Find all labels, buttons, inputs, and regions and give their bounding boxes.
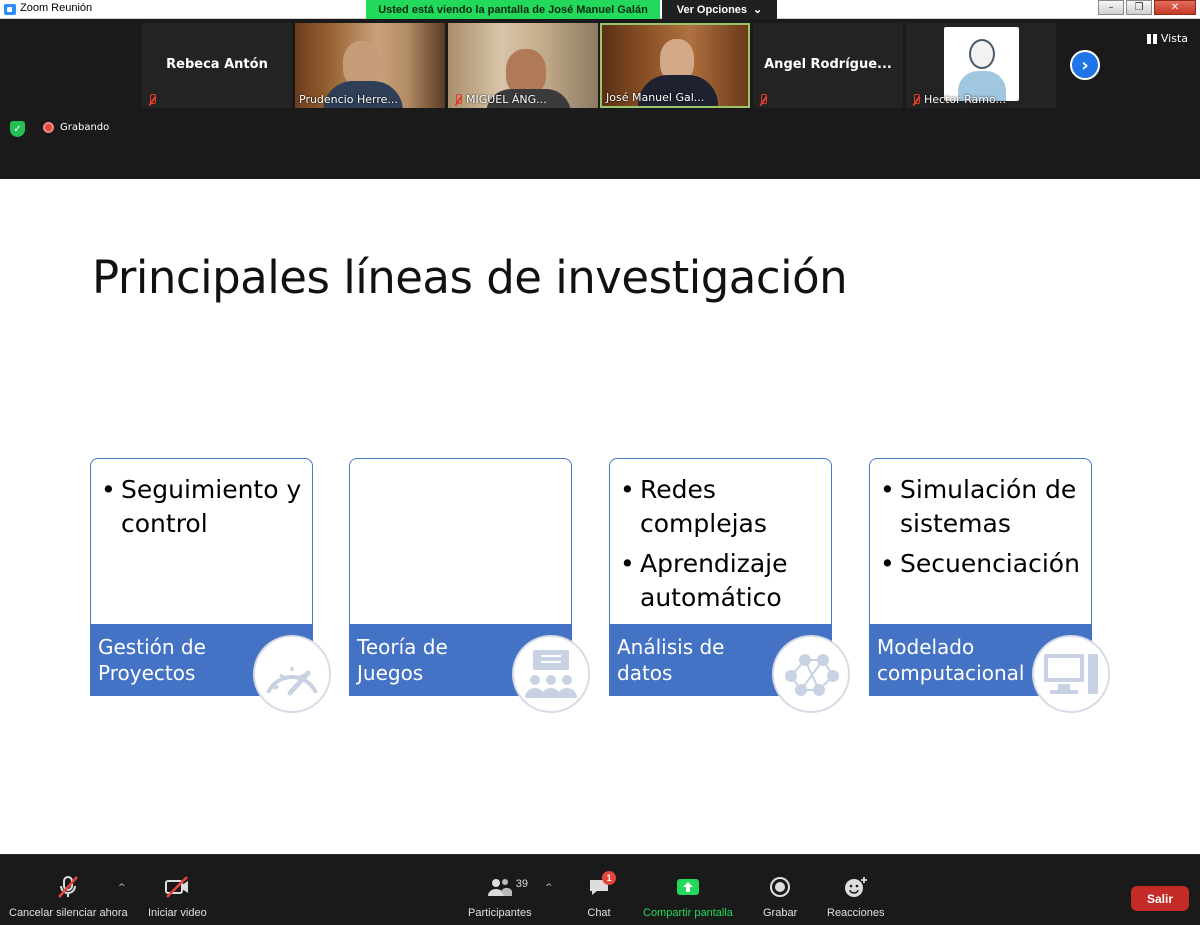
unmute-label: Cancelar silenciar ahora — [9, 907, 128, 919]
recording-indicator[interactable]: Grabando — [43, 122, 109, 133]
view-label: Vista — [1160, 32, 1188, 45]
participant-tile-angel[interactable]: Angel Rodrígue... — [753, 23, 903, 108]
record-dot-icon — [43, 122, 54, 133]
reactions-button[interactable]: Reacciones — [827, 875, 884, 919]
record-label: Grabar — [763, 907, 798, 919]
card-bullet: Simulación de sistemas — [878, 473, 1083, 541]
participant-tile-jose-manuel[interactable]: José Manuel Gal... — [600, 23, 750, 108]
network-icon — [772, 635, 850, 713]
participant-label-text: Hector Ramo... — [924, 93, 1007, 106]
avatar-head — [969, 39, 995, 69]
participants-options-caret-icon[interactable]: ^ — [545, 883, 553, 893]
audio-options-caret-icon[interactable]: ^ — [118, 883, 126, 893]
recording-label: Grabando — [60, 122, 110, 133]
participant-name: Rebeca Antón — [166, 57, 268, 72]
speedometer-icon — [253, 635, 331, 713]
view-button[interactable]: Vista — [1146, 32, 1188, 45]
viewing-screen-banner: Usted está viendo la pantalla de José Ma… — [366, 0, 660, 19]
window-title: Zoom Reunión — [20, 2, 93, 14]
participant-label: José Manuel Gal... — [606, 91, 704, 104]
participant-strip: Rebeca Antón Prudencio Herre... MIGUEL Á… — [0, 20, 1200, 178]
avatar — [944, 27, 1019, 101]
participant-label-text: Prudencio Herre... — [299, 93, 398, 106]
participant-label — [757, 94, 768, 106]
card-bullets — [349, 458, 572, 626]
chevron-down-icon: ⌄ — [753, 4, 763, 16]
computer-icon — [1032, 635, 1110, 713]
participants-count: 39 — [515, 878, 529, 890]
share-screen-label: Compartir pantalla — [643, 907, 733, 919]
record-button[interactable]: Grabar — [763, 875, 797, 919]
participant-label-text: José Manuel Gal... — [606, 91, 705, 104]
participant-label: Prudencio Herre... — [299, 93, 398, 106]
participant-tile-prudencio[interactable]: Prudencio Herre... — [295, 23, 445, 108]
security-shield-icon[interactable]: ✓ — [10, 121, 25, 137]
close-button[interactable]: ✕ — [1154, 0, 1196, 15]
zoom-app-icon — [4, 4, 16, 15]
shared-screen-slide: Principales líneas de investigación Segu… — [0, 179, 1200, 854]
maximize-button[interactable]: ❐ — [1126, 0, 1152, 15]
card-bullet: Aprendizaje automático — [618, 547, 823, 615]
participant-label: Hector Ramo... — [910, 93, 1006, 106]
view-options-label: Ver Opciones — [676, 3, 748, 16]
card-bullet: Seguimiento y control — [99, 473, 304, 541]
card-bullets: Seguimiento y control — [90, 458, 313, 626]
muted-mic-icon — [910, 93, 921, 106]
chat-button[interactable]: 1 Chat — [586, 871, 616, 919]
window-controls: – ❐ ✕ — [1096, 0, 1196, 17]
muted-microphone-icon — [55, 875, 81, 899]
card-bullet: Secuenciación — [878, 547, 1083, 581]
participant-label: MIGUEL ÁNG... — [452, 93, 547, 106]
participant-tile-miguel[interactable]: MIGUEL ÁNG... — [448, 23, 598, 108]
participant-label — [146, 94, 157, 106]
muted-mic-icon — [146, 94, 157, 106]
meeting-toolbar: Cancelar silenciar ahora ^ Iniciar video… — [0, 854, 1200, 925]
unmute-button[interactable]: Cancelar silenciar ahora — [9, 875, 128, 919]
window-titlebar: Zoom Reunión Usted está viendo la pantal… — [0, 0, 1200, 19]
participants-label: Participantes — [468, 907, 532, 919]
chat-unread-badge: 1 — [602, 871, 616, 885]
share-screen-icon — [675, 875, 701, 899]
card-bullets: Simulación de sistemas Secuenciación — [869, 458, 1092, 626]
slide-title: Principales líneas de investigación — [92, 251, 848, 304]
smiley-icon — [843, 875, 869, 899]
participant-name: Angel Rodrígue... — [764, 57, 892, 72]
participant-tile-rebeca[interactable]: Rebeca Antón — [142, 23, 292, 108]
presentation-audience-icon — [512, 635, 590, 713]
record-icon — [767, 875, 793, 899]
share-screen-button[interactable]: Compartir pantalla — [643, 875, 733, 919]
muted-mic-icon — [757, 94, 768, 106]
participants-button[interactable]: 39 Participantes — [468, 875, 532, 919]
card-bullets: Redes complejas Aprendizaje automático — [609, 458, 832, 626]
next-page-arrow-icon[interactable]: › — [1070, 50, 1100, 80]
chat-label: Chat — [587, 907, 611, 919]
video-off-icon — [164, 875, 190, 899]
reactions-label: Reacciones — [827, 907, 885, 919]
start-video-button[interactable]: Iniciar video — [148, 875, 207, 919]
participant-label-text: MIGUEL ÁNG... — [466, 93, 547, 106]
chat-bubble-icon: 1 — [586, 871, 616, 899]
card-bullet: Redes complejas — [618, 473, 823, 541]
participant-tile-hector[interactable]: Hector Ramo... — [906, 23, 1056, 108]
start-video-label: Iniciar video — [148, 907, 207, 919]
leave-meeting-button[interactable]: Salir — [1131, 886, 1189, 911]
view-options-button[interactable]: Ver Opciones ⌄ — [662, 0, 777, 19]
muted-mic-icon — [452, 93, 463, 106]
gallery-view-icon — [1146, 33, 1157, 44]
minimize-button[interactable]: – — [1098, 0, 1124, 15]
participants-icon: 39 — [487, 875, 528, 899]
